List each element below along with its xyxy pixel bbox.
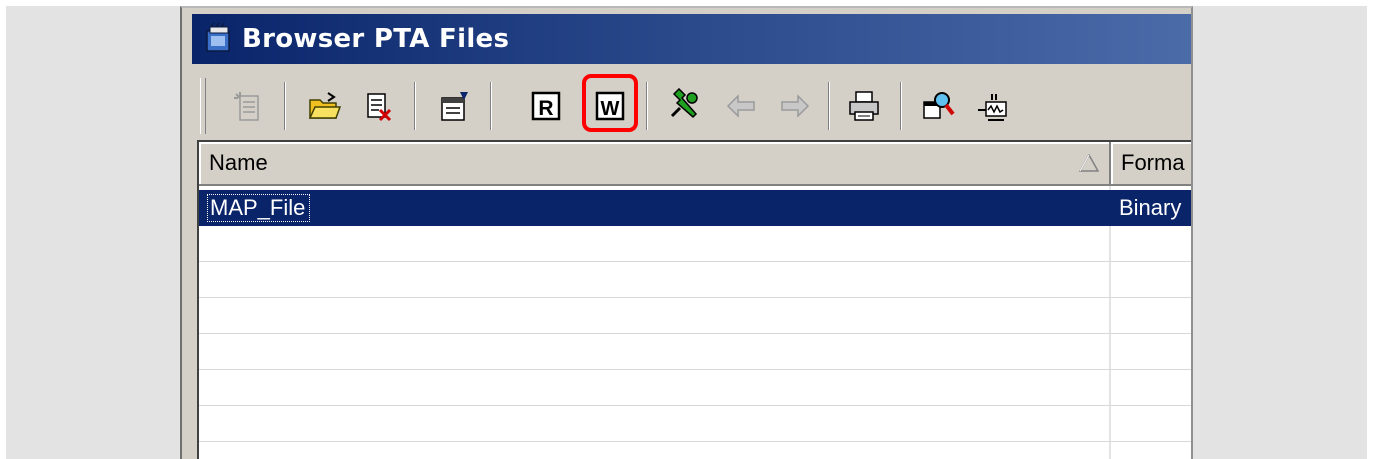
column-header-format-label: Forma xyxy=(1121,150,1185,175)
column-header-name[interactable]: Name xyxy=(199,142,1111,186)
open-button[interactable] xyxy=(302,84,346,128)
read-label: R xyxy=(538,97,553,120)
signal-button[interactable] xyxy=(972,84,1016,128)
signal-icon xyxy=(978,94,1007,121)
tools-icon xyxy=(670,88,698,119)
tools-button[interactable] xyxy=(662,84,706,128)
forward-arrow-icon xyxy=(781,94,810,118)
window-title: Browser PTA Files xyxy=(242,24,510,54)
cell-name: MAP_File xyxy=(199,190,1109,226)
empty-row xyxy=(199,262,1191,298)
app-icon xyxy=(206,22,230,52)
open-folder-icon xyxy=(308,92,342,119)
print-icon xyxy=(849,91,879,121)
back-arrow-icon xyxy=(726,94,755,118)
read-button[interactable]: R xyxy=(524,84,568,128)
properties-icon xyxy=(441,92,468,121)
delete-file-icon xyxy=(367,93,392,122)
sort-ascending-icon xyxy=(1079,154,1099,172)
table-row[interactable]: MAP_File Binary xyxy=(199,190,1191,226)
toolbar-separator xyxy=(828,82,830,130)
column-header-format[interactable]: Forma xyxy=(1111,142,1191,186)
empty-row xyxy=(199,370,1191,406)
print-button[interactable] xyxy=(842,84,886,128)
cell-format: Binary xyxy=(1119,195,1182,220)
row-name-text: MAP_File xyxy=(207,194,311,222)
toolbar-separator xyxy=(646,82,648,130)
toolbar-separator xyxy=(414,82,416,130)
title-bar[interactable]: Browser PTA Files xyxy=(192,14,1191,64)
search-button[interactable] xyxy=(916,84,960,128)
forward-button[interactable] xyxy=(772,84,816,128)
toolbar-grip[interactable] xyxy=(200,78,206,134)
read-icon: R xyxy=(531,91,561,121)
file-list: Name Forma MAP_File Binary xyxy=(197,140,1191,459)
toolbar-separator xyxy=(900,82,902,130)
write-button-highlight xyxy=(582,74,638,132)
pta-browser-window: Browser PTA Files R W Name Forma MAP_Fil… xyxy=(180,6,1193,459)
back-button[interactable] xyxy=(720,84,764,128)
new-file-icon xyxy=(234,92,259,121)
toolbar-separator xyxy=(284,82,286,130)
empty-row xyxy=(199,298,1191,334)
empty-row xyxy=(199,334,1191,370)
column-header-name-label: Name xyxy=(209,150,268,175)
new-file-button[interactable] xyxy=(226,84,270,128)
empty-row xyxy=(199,406,1191,442)
empty-row xyxy=(199,226,1191,262)
toolbar-separator xyxy=(490,82,492,130)
delete-file-button[interactable] xyxy=(356,84,400,128)
search-icon xyxy=(923,92,955,119)
toolbar: R W xyxy=(192,70,1191,138)
properties-button[interactable] xyxy=(432,84,476,128)
